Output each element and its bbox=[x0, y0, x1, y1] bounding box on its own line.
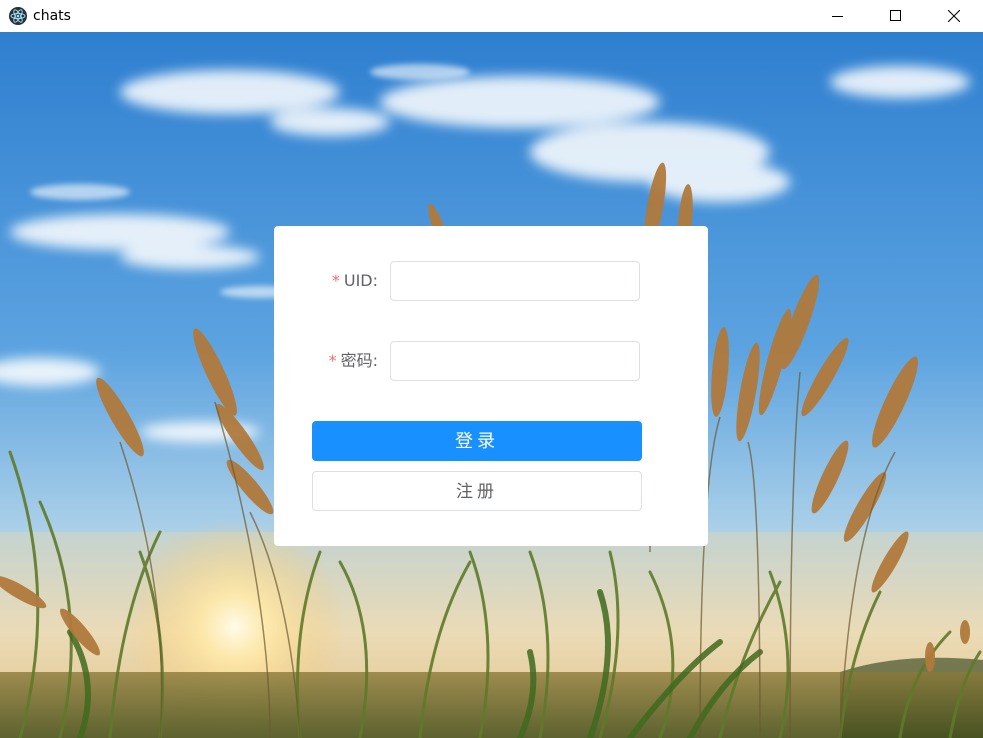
window-title: chats bbox=[33, 8, 71, 24]
electron-icon bbox=[9, 7, 27, 25]
uid-label-text: UID: bbox=[343, 271, 378, 290]
close-button[interactable] bbox=[925, 0, 983, 32]
password-form-item: * 密码: bbox=[274, 341, 708, 381]
window-controls bbox=[809, 0, 983, 32]
register-button[interactable]: 注册 bbox=[312, 471, 642, 511]
password-label-text: 密码: bbox=[340, 351, 378, 370]
minimize-button[interactable] bbox=[809, 0, 867, 32]
password-label: * 密码: bbox=[329, 341, 378, 381]
app-window: chats * UID: * 密码: 登录 注册 bbox=[0, 0, 983, 738]
maximize-button[interactable] bbox=[867, 0, 925, 32]
title-bar[interactable]: chats bbox=[0, 0, 983, 32]
required-asterisk: * bbox=[331, 271, 340, 290]
uid-form-item: * UID: bbox=[274, 261, 708, 301]
required-asterisk: * bbox=[328, 351, 337, 370]
minimize-icon bbox=[832, 16, 843, 17]
maximize-icon bbox=[890, 10, 901, 21]
uid-input[interactable] bbox=[390, 261, 640, 301]
password-input[interactable] bbox=[390, 341, 640, 381]
close-icon bbox=[948, 10, 960, 22]
uid-label: * UID: bbox=[332, 261, 378, 301]
login-form: * UID: * 密码: 登录 注册 bbox=[274, 226, 708, 546]
login-button[interactable]: 登录 bbox=[312, 421, 642, 461]
